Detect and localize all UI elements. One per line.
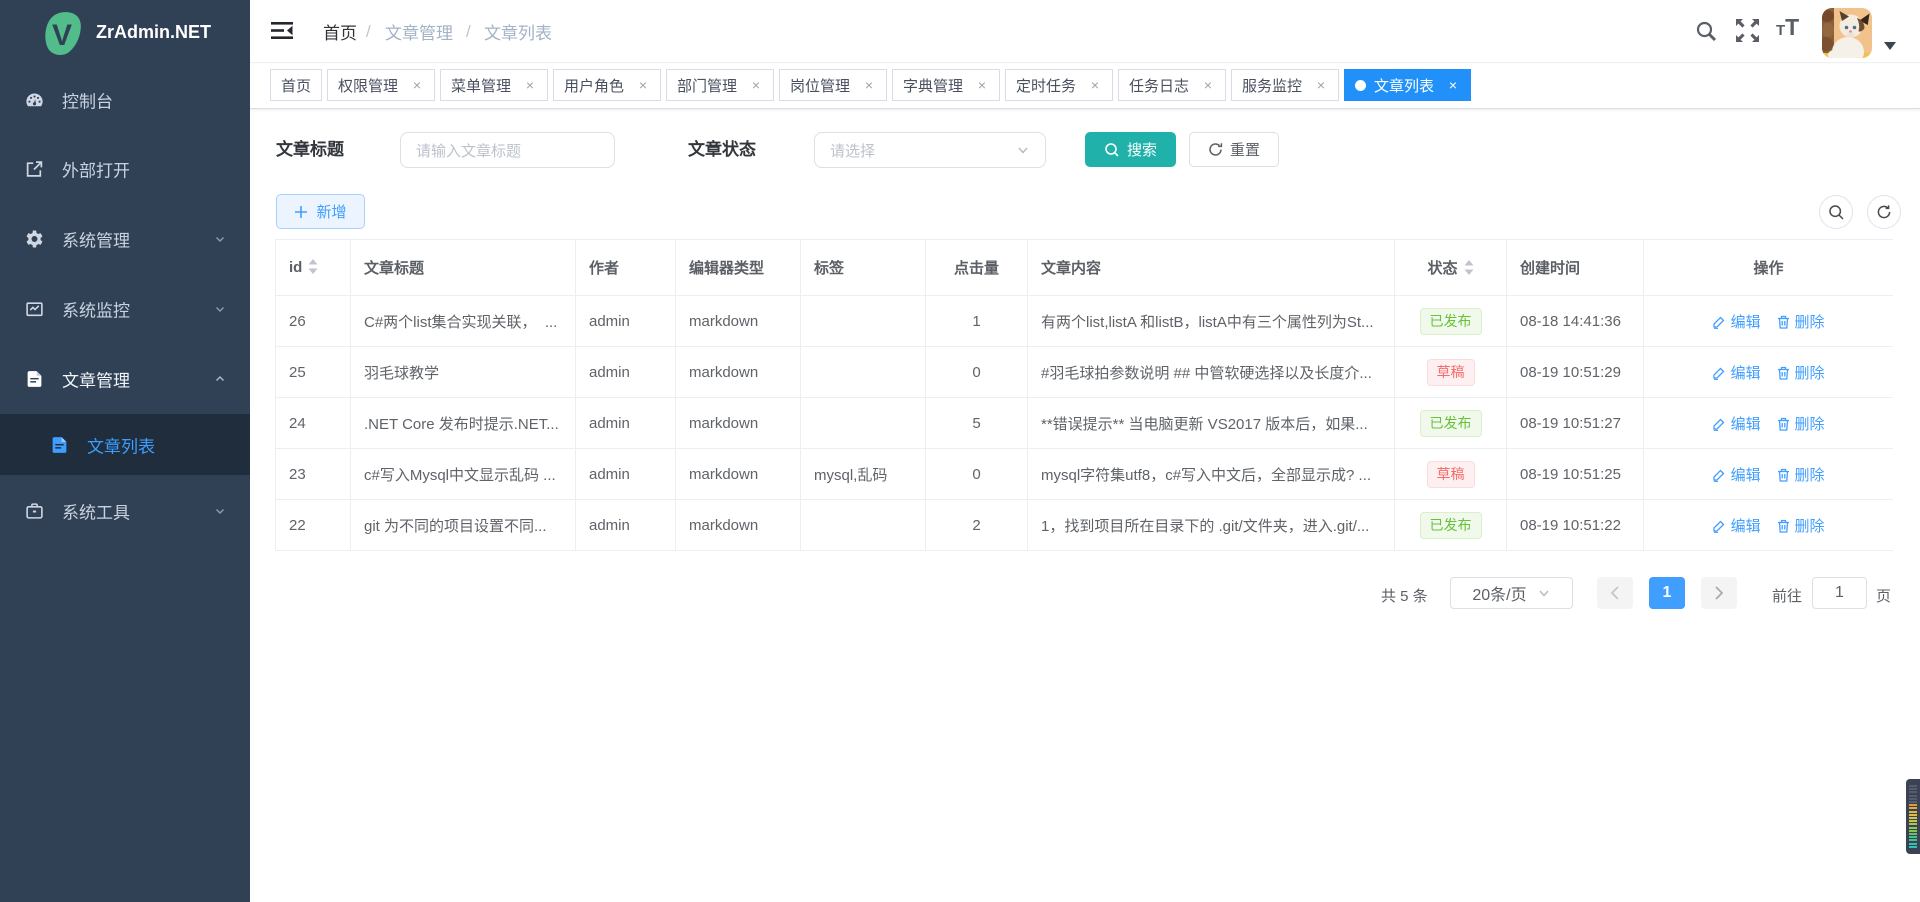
svg-text:V: V — [52, 19, 72, 52]
